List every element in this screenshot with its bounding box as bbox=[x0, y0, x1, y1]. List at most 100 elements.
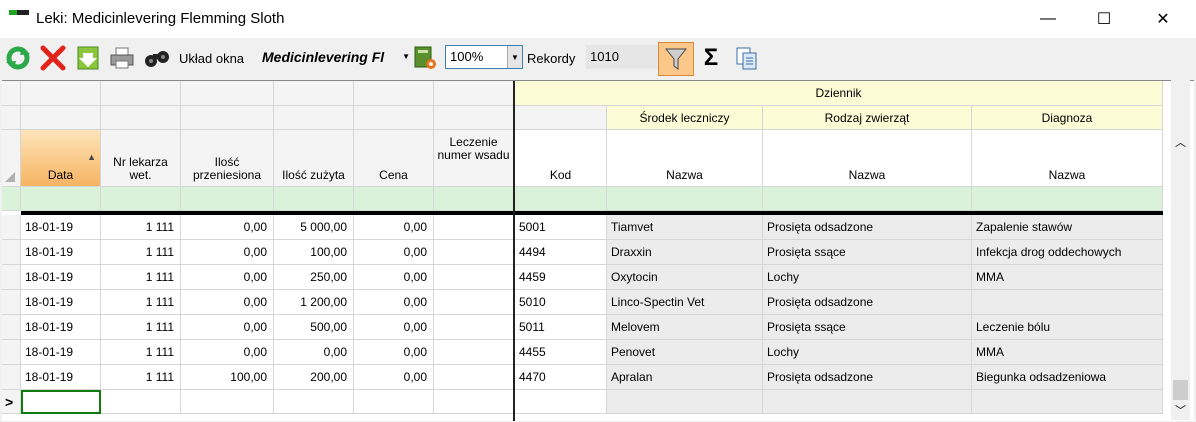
row-header[interactable] bbox=[2, 215, 21, 240]
cell-ilosc-przeniesiona[interactable]: 0,00 bbox=[181, 240, 274, 265]
cell-diagnoza-nazwa[interactable]: Zapalenie stawów bbox=[972, 215, 1163, 240]
cell-leczenie[interactable] bbox=[434, 215, 514, 240]
scroll-thumb[interactable] bbox=[1173, 380, 1188, 400]
cell-leczenie[interactable] bbox=[434, 265, 514, 290]
cell-ilosc-przeniesiona[interactable]: 0,00 bbox=[181, 315, 274, 340]
cell-ilosc-zuzyta[interactable]: 100,00 bbox=[274, 240, 354, 265]
column-header-leczenie[interactable]: Leczenie numer wsadu bbox=[434, 130, 514, 187]
cell-kod[interactable]: 5011 bbox=[515, 315, 607, 340]
vertical-scrollbar[interactable]: ︿ ﹀ bbox=[1171, 80, 1190, 420]
cell-nr-lekarza[interactable]: 1 111 bbox=[101, 215, 181, 240]
cell-rodzaj-nazwa[interactable]: Prosięta odsadzone bbox=[763, 365, 972, 390]
cell-cena[interactable]: 0,00 bbox=[354, 240, 434, 265]
cell-cena[interactable]: 0,00 bbox=[354, 365, 434, 390]
new-row-cell[interactable] bbox=[101, 390, 181, 414]
filter-button[interactable] bbox=[658, 42, 694, 76]
close-button[interactable]: ✕ bbox=[1140, 0, 1186, 38]
filter-cell[interactable] bbox=[607, 187, 763, 211]
new-row-cell[interactable] bbox=[515, 390, 607, 414]
cell-nr-lekarza[interactable]: 1 111 bbox=[101, 240, 181, 265]
cell-srodek-nazwa[interactable]: Penovet bbox=[607, 340, 763, 365]
layout-dropdown[interactable]: Medicinlevering Fl ▼ bbox=[258, 46, 412, 68]
cell-diagnoza-nazwa[interactable] bbox=[972, 290, 1163, 315]
cell-leczenie[interactable] bbox=[434, 340, 514, 365]
filter-cell[interactable] bbox=[972, 187, 1163, 211]
cell-rodzaj-nazwa[interactable]: Prosięta ssące bbox=[763, 240, 972, 265]
cell-leczenie[interactable] bbox=[434, 315, 514, 340]
new-row-cell[interactable] bbox=[274, 390, 354, 414]
cell-ilosc-zuzyta[interactable]: 250,00 bbox=[274, 265, 354, 290]
cell-data[interactable]: 18-01-19 bbox=[21, 365, 101, 390]
sum-button[interactable]: Σ bbox=[697, 44, 725, 72]
cell-nr-lekarza[interactable]: 1 111 bbox=[101, 265, 181, 290]
cell-cena[interactable]: 0,00 bbox=[354, 215, 434, 240]
chevron-down-icon[interactable]: ▼ bbox=[507, 46, 522, 68]
export-button[interactable] bbox=[74, 44, 102, 72]
cell-nr-lekarza[interactable]: 1 111 bbox=[101, 365, 181, 390]
cell-ilosc-przeniesiona[interactable]: 100,00 bbox=[181, 365, 274, 390]
cell-ilosc-przeniesiona[interactable]: 0,00 bbox=[181, 215, 274, 240]
delete-button[interactable] bbox=[39, 44, 67, 72]
cell-kod[interactable]: 5001 bbox=[515, 215, 607, 240]
cell-srodek-nazwa[interactable]: Apralan bbox=[607, 365, 763, 390]
cell-ilosc-przeniesiona[interactable]: 0,00 bbox=[181, 340, 274, 365]
cell-rodzaj-nazwa[interactable]: Prosięta ssące bbox=[763, 315, 972, 340]
copy-button[interactable] bbox=[733, 44, 761, 72]
filter-cell[interactable] bbox=[274, 187, 354, 211]
cell-cena[interactable]: 0,00 bbox=[354, 290, 434, 315]
filter-cell[interactable] bbox=[101, 187, 181, 211]
row-header[interactable] bbox=[2, 365, 21, 390]
minimize-button[interactable]: — bbox=[1025, 0, 1071, 38]
filter-cell[interactable] bbox=[21, 187, 101, 211]
filter-cell[interactable] bbox=[763, 187, 972, 211]
cell-cena[interactable]: 0,00 bbox=[354, 315, 434, 340]
cell-leczenie[interactable] bbox=[434, 365, 514, 390]
column-header-nr-lekarza[interactable]: Nr lekarza wet. bbox=[101, 130, 181, 187]
cell-rodzaj-nazwa[interactable]: Lochy bbox=[763, 340, 972, 365]
cell-srodek-nazwa[interactable]: Oxytocin bbox=[607, 265, 763, 290]
column-header-nazwa-rodzaj[interactable]: Nazwa bbox=[763, 130, 972, 187]
cell-data[interactable]: 18-01-19 bbox=[21, 240, 101, 265]
cell-ilosc-zuzyta[interactable]: 500,00 bbox=[274, 315, 354, 340]
column-header-ilosc-przeniesiona[interactable]: Ilość przeniesiona bbox=[181, 130, 274, 187]
report-button[interactable] bbox=[411, 44, 439, 72]
cell-kod[interactable]: 5010 bbox=[515, 290, 607, 315]
cell-ilosc-zuzyta[interactable]: 5 000,00 bbox=[274, 215, 354, 240]
new-row-cell[interactable] bbox=[181, 390, 274, 414]
cell-data[interactable]: 18-01-19 bbox=[21, 290, 101, 315]
cell-srodek-nazwa[interactable]: Tiamvet bbox=[607, 215, 763, 240]
cell-kod[interactable]: 4455 bbox=[515, 340, 607, 365]
cell-srodek-nazwa[interactable]: Melovem bbox=[607, 315, 763, 340]
cell-ilosc-zuzyta[interactable]: 200,00 bbox=[274, 365, 354, 390]
row-header[interactable] bbox=[2, 240, 21, 265]
cell-ilosc-przeniesiona[interactable]: 0,00 bbox=[181, 265, 274, 290]
cell-leczenie[interactable] bbox=[434, 240, 514, 265]
data-grid[interactable]: Dziennik Środek leczniczy Rodzaj zwierzą… bbox=[2, 80, 1194, 421]
scroll-up-icon[interactable]: ︿ bbox=[1175, 134, 1186, 150]
cell-rodzaj-nazwa[interactable]: Prosięta odsadzone bbox=[763, 215, 972, 240]
cell-nr-lekarza[interactable]: 1 111 bbox=[101, 340, 181, 365]
cell-cena[interactable]: 0,00 bbox=[354, 265, 434, 290]
cell-diagnoza-nazwa[interactable]: MMA bbox=[972, 265, 1163, 290]
column-header-nazwa-diagnoza[interactable]: Nazwa bbox=[972, 130, 1163, 187]
new-row-cell[interactable] bbox=[354, 390, 434, 414]
row-header[interactable] bbox=[2, 340, 21, 365]
cell-leczenie[interactable] bbox=[434, 290, 514, 315]
cell-kod[interactable]: 4470 bbox=[515, 365, 607, 390]
cell-ilosc-przeniesiona[interactable]: 0,00 bbox=[181, 290, 274, 315]
cell-nr-lekarza[interactable]: 1 111 bbox=[101, 290, 181, 315]
cell-diagnoza-nazwa[interactable]: Leczenie bólu bbox=[972, 315, 1163, 340]
new-row-data-input[interactable] bbox=[21, 390, 101, 414]
cell-diagnoza-nazwa[interactable]: Infekcja drog oddechowych bbox=[972, 240, 1163, 265]
row-header[interactable] bbox=[2, 265, 21, 290]
filter-cell[interactable] bbox=[181, 187, 274, 211]
row-header[interactable] bbox=[2, 315, 21, 340]
row-header[interactable] bbox=[2, 290, 21, 315]
new-row-cell[interactable] bbox=[434, 390, 514, 414]
filter-cell[interactable] bbox=[434, 187, 514, 211]
cell-cena[interactable]: 0,00 bbox=[354, 340, 434, 365]
cell-ilosc-zuzyta[interactable]: 1 200,00 bbox=[274, 290, 354, 315]
cell-rodzaj-nazwa[interactable]: Lochy bbox=[763, 265, 972, 290]
column-header-nazwa-srodek[interactable]: Nazwa bbox=[607, 130, 763, 187]
cell-diagnoza-nazwa[interactable]: Biegunka odsadzeniowa bbox=[972, 365, 1163, 390]
